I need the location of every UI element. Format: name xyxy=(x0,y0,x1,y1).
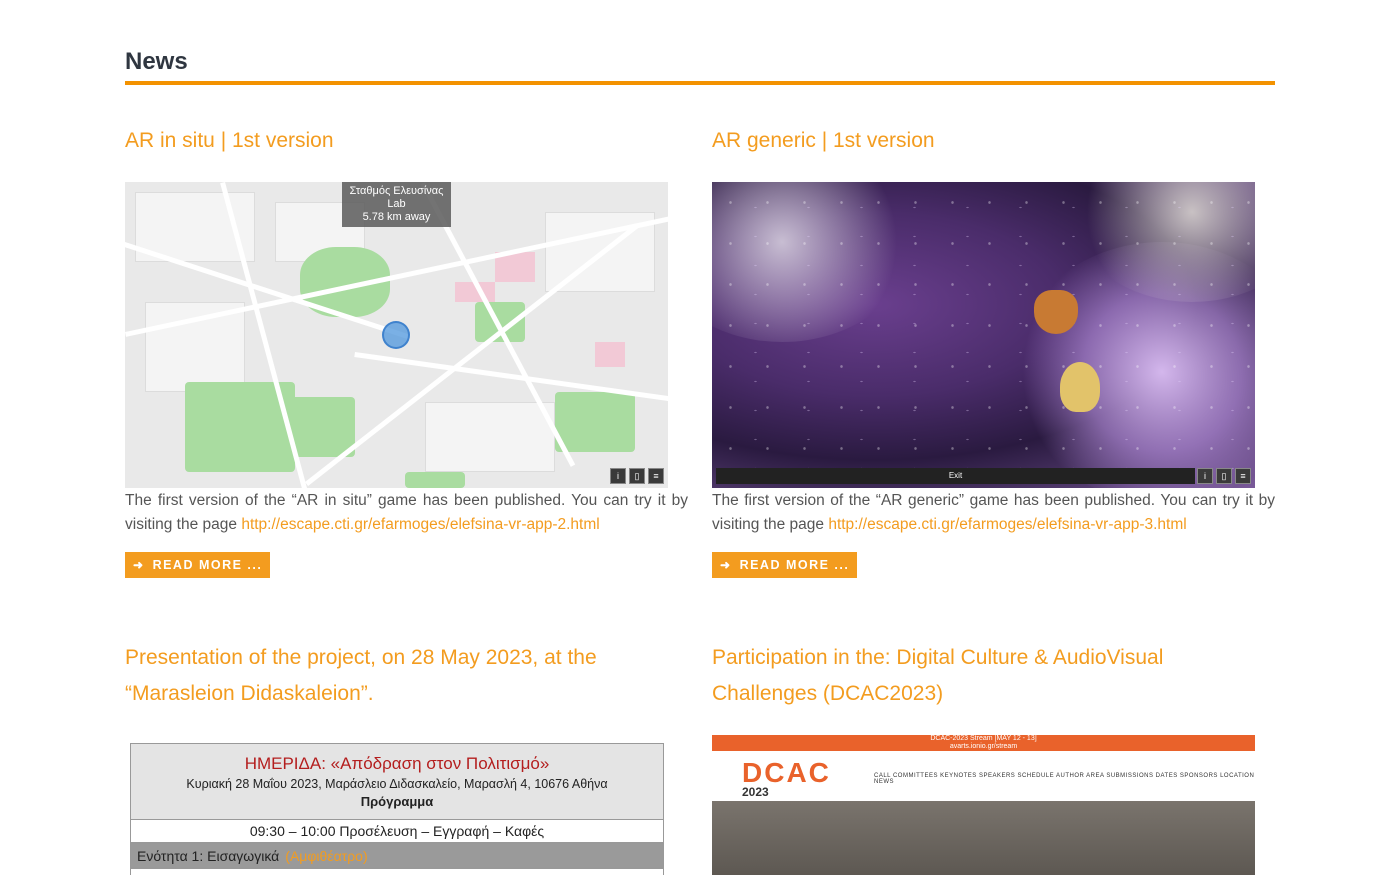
dcac-photo xyxy=(712,801,1255,875)
section-divider xyxy=(125,81,1275,85)
book-icon[interactable]: ▯ xyxy=(629,468,645,484)
wheat-icon xyxy=(1060,362,1100,412)
news-post-title-ar-generic[interactable]: AR generic | 1st version xyxy=(712,123,1275,159)
ar-in-situ-map-thumbnail[interactable]: Σταθμός Ελευσίνας Lab 5.78 km away i ▯ ≡ xyxy=(125,182,668,488)
book-icon[interactable]: ▯ xyxy=(1216,468,1232,484)
read-more-button[interactable]: ➜ READ MORE ... xyxy=(125,552,271,578)
program-thumbnail[interactable]: ΗΜΕΡΙΔΑ: «Απόδραση στον Πολιτισμό» Κυρια… xyxy=(130,743,664,875)
distance-label: Σταθμός Ελευσίνας Lab 5.78 km away xyxy=(342,182,451,227)
location-marker-icon xyxy=(382,321,410,349)
menu-icon[interactable]: ≡ xyxy=(648,468,664,484)
post-title[interactable]: Presentation of the project, on 28 May 2… xyxy=(125,640,665,712)
exit-bar[interactable]: Exit xyxy=(716,468,1195,484)
news-post-title-dcac[interactable]: Participation in the: Digital Culture & … xyxy=(712,640,1252,712)
post-title[interactable]: AR generic | 1st version xyxy=(712,123,1275,159)
post-link[interactable]: http://escape.cti.gr/efarmoges/elefsina-… xyxy=(241,516,599,533)
info-icon[interactable]: i xyxy=(610,468,626,484)
info-icon[interactable]: i xyxy=(1197,468,1213,484)
post-excerpt: The first version of the “AR in situ” ga… xyxy=(125,492,688,533)
news-post-title-presentation[interactable]: Presentation of the project, on 28 May 2… xyxy=(125,640,665,712)
arrow-right-icon: ➜ xyxy=(133,558,145,572)
vase-icon xyxy=(1034,290,1078,334)
post-title[interactable]: Participation in the: Digital Culture & … xyxy=(712,640,1252,712)
dcac-thumbnail[interactable]: DCAC-2023 Stream [MAY 12 - 13] avarts.io… xyxy=(712,735,1255,875)
menu-icon[interactable]: ≡ xyxy=(1235,468,1251,484)
post-title[interactable]: AR in situ | 1st version xyxy=(125,123,688,159)
news-post-title-ar-in-situ[interactable]: AR in situ | 1st version xyxy=(125,123,688,159)
post-link[interactable]: http://escape.cti.gr/efarmoges/elefsina-… xyxy=(828,516,1186,533)
ar-generic-thumbnail[interactable]: Exit i ▯ ≡ xyxy=(712,182,1255,488)
post-excerpt: The first version of the “AR generic” ga… xyxy=(712,492,1275,533)
arrow-right-icon: ➜ xyxy=(720,558,732,572)
section-title: News xyxy=(125,48,188,75)
dcac-menu: CALL COMMITTEES KEYNOTES SPEAKERS SCHEDU… xyxy=(874,773,1255,785)
read-more-button[interactable]: ➜ READ MORE ... xyxy=(712,552,858,578)
